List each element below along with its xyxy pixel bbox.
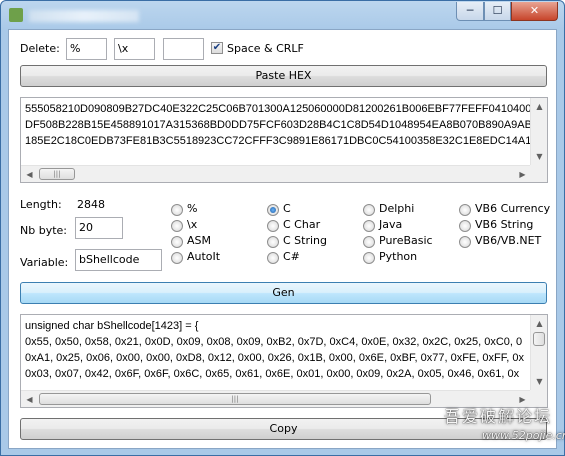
output-vscroll-thumb[interactable] <box>533 332 545 346</box>
watermark-url: www.52pojie.cn <box>482 429 565 442</box>
radio-backslash-x-label: \x <box>187 218 198 231</box>
variable-label: Variable: <box>20 256 69 269</box>
scroll-down-arrow-icon[interactable]: ▼ <box>531 148 547 165</box>
radio-vb6-string-label: VB6 String <box>475 218 534 231</box>
output-line: 0x03, 0x07, 0x42, 0x6F, 0x6F, 0x6C, 0x65… <box>25 368 520 380</box>
radio-autoit-label: AutoIt <box>187 250 221 263</box>
hex-line: 555058210D090809B27DC40E322C25C06B701300… <box>25 103 548 115</box>
hex-line: 185E2C18C0EDB73FE81B3C5518923CC72CFFF3C9… <box>25 135 548 147</box>
nb-byte-label: Nb byte: <box>20 224 67 237</box>
radio-purebasic[interactable] <box>363 236 375 248</box>
scrollbar-corner <box>530 165 547 182</box>
radio-percent-label: % <box>187 202 198 215</box>
hex-input-textarea[interactable]: 555058210D090809B27DC40E322C25C06B701300… <box>20 97 548 183</box>
hex-line: DF508B228B15E458891017A315368BD0DD75FCF6… <box>25 119 548 131</box>
scroll-up-arrow-icon[interactable]: ▲ <box>531 315 547 332</box>
watermark-title: 吾爱破解论坛 <box>444 407 553 426</box>
radio-delphi[interactable] <box>363 204 375 216</box>
radio-c-char-label: C Char <box>283 218 321 231</box>
radio-percent[interactable] <box>171 204 183 216</box>
output-line: 0xA1, 0x25, 0x06, 0x00, 0x00, 0xD8, 0x12… <box>25 352 524 364</box>
radio-csharp-label: C# <box>283 250 300 263</box>
close-button[interactable]: ✕ <box>511 2 558 21</box>
output-lines: unsigned char bShellcode[1423] = { 0x55,… <box>25 318 524 382</box>
hex-input-hscrollbar[interactable]: ◀ ||| ▶ <box>21 165 531 182</box>
radio-python-label: Python <box>379 250 418 263</box>
radio-c-string[interactable] <box>267 236 279 248</box>
paste-hex-button[interactable]: Paste HEX <box>20 65 547 87</box>
space-crlf-label: Space & CRLF <box>227 42 304 55</box>
radio-java[interactable] <box>363 220 375 232</box>
scroll-left-arrow-icon[interactable]: ◀ <box>21 391 38 407</box>
radio-c-string-label: C String <box>283 234 328 247</box>
hex-input-vscrollbar[interactable]: ▲ ▼ <box>530 98 547 165</box>
hex-input-hscroll-thumb[interactable]: ||| <box>39 168 75 180</box>
radio-asm[interactable] <box>171 236 183 248</box>
radio-java-label: Java <box>379 218 403 231</box>
delete-label: Delete: <box>20 42 60 55</box>
hex-input-lines: 555058210D090809B27DC40E322C25C06B701300… <box>25 101 548 149</box>
radio-vb6-currency[interactable] <box>459 204 471 216</box>
client-area: Delete: % \x ✔ Space & CRLF Paste HEX 55… <box>8 29 557 449</box>
output-textarea[interactable]: unsigned char bShellcode[1423] = { 0x55,… <box>20 314 548 408</box>
delete-field-1[interactable]: % <box>66 38 107 60</box>
delete-field-2[interactable]: \x <box>114 38 155 60</box>
scroll-right-arrow-icon[interactable]: ▶ <box>514 166 531 182</box>
app-window: ─ ☐ ✕ Delete: % \x ✔ Space & CRLF Paste … <box>0 0 565 456</box>
radio-asm-label: ASM <box>187 234 211 247</box>
app-icon <box>9 8 23 22</box>
radio-c-label: C <box>283 202 291 215</box>
output-line: 0x55, 0x50, 0x58, 0x21, 0x0D, 0x09, 0x08… <box>25 336 523 348</box>
radio-purebasic-label: PureBasic <box>379 234 433 247</box>
scroll-left-arrow-icon[interactable]: ◀ <box>21 166 38 182</box>
length-label: Length: <box>20 198 62 211</box>
site-watermark: 吾爱破解论坛 www.52pojie.cn <box>434 399 565 455</box>
radio-delphi-label: Delphi <box>379 202 415 215</box>
minimize-button[interactable]: ─ <box>456 2 484 21</box>
delete-field-3[interactable] <box>163 38 204 60</box>
radio-vb6-currency-label: VB6 Currency <box>475 202 551 215</box>
radio-c[interactable] <box>267 204 279 216</box>
output-vscrollbar[interactable]: ▲ ▼ <box>530 315 547 390</box>
radio-vb6-vbnet-label: VB6/VB.NET <box>475 234 542 247</box>
variable-input[interactable]: bShellcode <box>75 249 162 271</box>
scroll-down-arrow-icon[interactable]: ▼ <box>531 373 547 390</box>
gen-button[interactable]: Gen <box>20 282 547 304</box>
nb-byte-input[interactable]: 20 <box>75 217 123 239</box>
radio-vb6-string[interactable] <box>459 220 471 232</box>
scroll-up-arrow-icon[interactable]: ▲ <box>531 98 547 115</box>
space-crlf-checkbox[interactable]: ✔ <box>211 42 223 54</box>
title-bar[interactable]: ─ ☐ ✕ <box>1 1 564 29</box>
maximize-button[interactable]: ☐ <box>484 2 511 21</box>
output-hscroll-thumb[interactable]: ||| <box>39 393 431 405</box>
radio-autoit[interactable] <box>171 252 183 264</box>
radio-c-char[interactable] <box>267 220 279 232</box>
radio-csharp[interactable] <box>267 252 279 264</box>
radio-python[interactable] <box>363 252 375 264</box>
window-title-redacted <box>29 10 139 22</box>
output-line: unsigned char bShellcode[1423] = { <box>25 320 199 332</box>
length-value: 2848 <box>77 198 105 211</box>
radio-vb6-vbnet[interactable] <box>459 236 471 248</box>
radio-backslash-x[interactable] <box>171 220 183 232</box>
